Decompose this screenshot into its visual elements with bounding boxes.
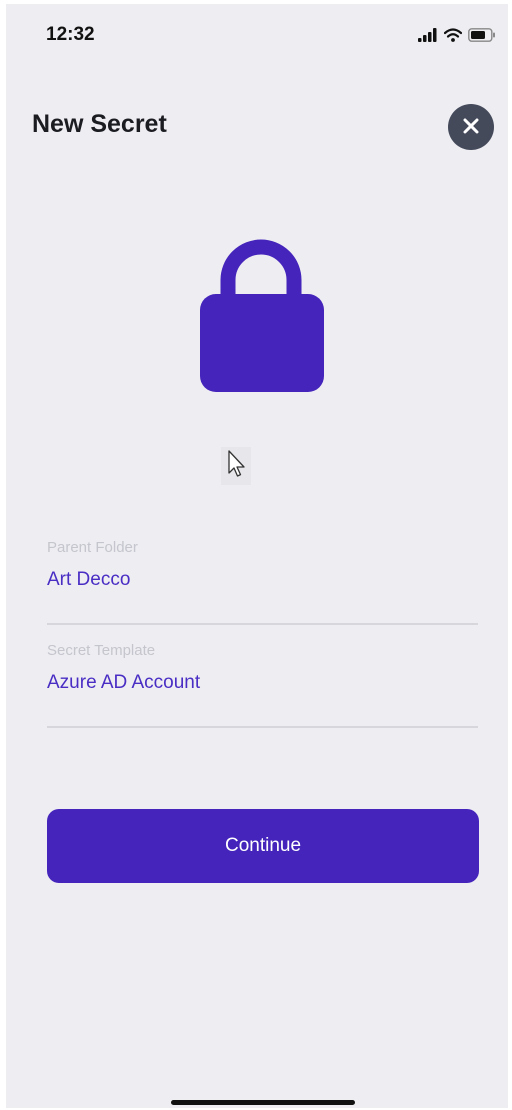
parent-folder-label: Parent Folder: [47, 539, 138, 556]
status-bar: 12:32: [6, 4, 508, 64]
page-title: New Secret: [32, 110, 167, 138]
parent-folder-value: Art Decco: [47, 569, 131, 590]
home-indicator: [171, 1100, 355, 1105]
close-icon: [462, 117, 480, 138]
close-button[interactable]: [448, 104, 494, 150]
secret-template-field[interactable]: Secret Template Azure AD Account: [47, 642, 478, 694]
battery-icon: [468, 28, 496, 47]
wifi-icon: [443, 28, 463, 47]
continue-button[interactable]: Continue: [47, 809, 479, 883]
lock-icon: [196, 236, 326, 401]
signal-icon: [418, 28, 438, 47]
divider: [47, 623, 478, 625]
app-screen: 12:32 New Secret Parent Folder Art Decco…: [6, 4, 508, 1108]
secret-template-label: Secret Template: [47, 642, 156, 659]
divider: [47, 726, 478, 728]
parent-folder-field[interactable]: Parent Folder Art Decco: [47, 539, 478, 591]
mouse-pointer-icon: [221, 447, 251, 485]
secret-template-value: Azure AD Account: [47, 672, 201, 693]
status-icons: [418, 28, 496, 47]
status-time: 12:32: [46, 24, 95, 45]
